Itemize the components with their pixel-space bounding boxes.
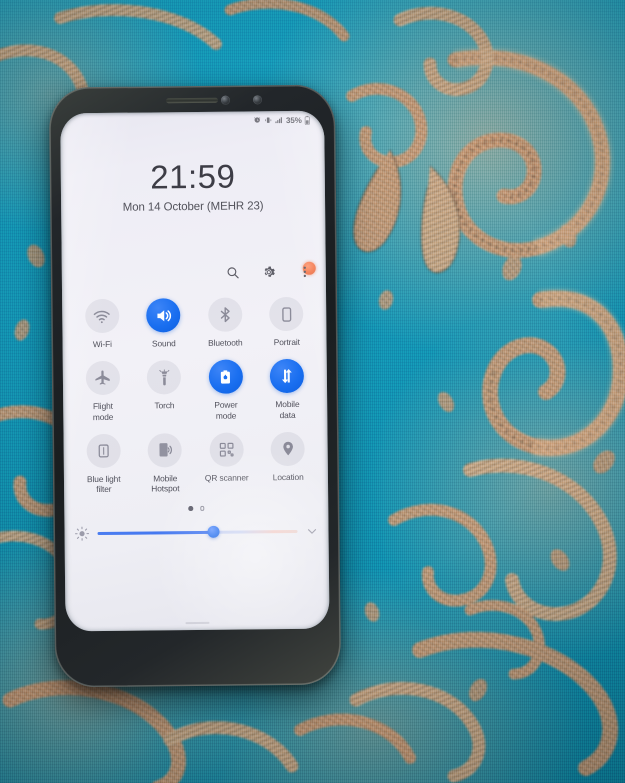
photo-scene: 35% 21:59 Mon 14 October (MEHR 23) Wi-Fi… [0, 0, 625, 783]
quick-tile-blue-light-filter[interactable]: Blue light filter [72, 433, 134, 494]
brightness-slider[interactable] [97, 523, 298, 541]
chevron-down-icon[interactable] [305, 524, 318, 537]
page-dot-1[interactable] [188, 506, 193, 511]
quick-tile-wifi[interactable]: Wi-Fi [71, 298, 133, 350]
quick-tile-label: QR scanner [204, 472, 249, 483]
quick-tile-label: Bluetooth [207, 337, 243, 348]
sound-speaker-icon [146, 298, 181, 333]
quick-tile-label: Location [272, 471, 304, 482]
battery-power-icon [208, 359, 243, 395]
vibrate-icon [264, 116, 272, 124]
location-pin-icon [270, 431, 306, 466]
slider-fill [97, 530, 214, 535]
slider-thumb[interactable] [207, 525, 220, 538]
quick-tile-sound[interactable]: Sound [133, 298, 195, 349]
clock-time: 21:59 [150, 157, 236, 196]
settings-gear-icon[interactable] [260, 263, 278, 281]
quick-tile-power-mode[interactable]: Power mode [195, 359, 257, 421]
quick-tile-label: Flight mode [92, 401, 114, 422]
search-icon[interactable] [224, 264, 242, 282]
flashlight-icon [146, 360, 182, 395]
qr-code-icon [209, 432, 244, 467]
status-bar: 35% [60, 111, 324, 132]
quick-tile-label: Portrait [273, 336, 300, 348]
more-options-icon[interactable] [296, 261, 316, 281]
brightness-icon[interactable] [74, 526, 90, 541]
quick-tile-label: Mobile Hotspot [151, 472, 180, 494]
quick-tile-label: Power mode [214, 399, 238, 421]
quick-tile-portrait[interactable]: Portrait [256, 296, 318, 348]
quick-settings-grid: Wi-Fi Sound Bluetooth Portrait Flight mo… [71, 296, 319, 495]
wifi-icon [84, 298, 120, 334]
phone-screen: 35% 21:59 Mon 14 October (MEHR 23) Wi-Fi… [60, 110, 330, 632]
navigation-hint-bar [185, 621, 210, 625]
clock-block: 21:59 Mon 14 October (MEHR 23) [61, 157, 326, 215]
battery-icon [304, 115, 310, 125]
blue-light-icon [86, 433, 121, 468]
quick-settings-actions [224, 261, 316, 282]
quick-tile-qr-scanner[interactable]: QR scanner [195, 432, 257, 493]
proximity-sensor-icon [220, 95, 231, 105]
airplane-icon [85, 361, 120, 396]
quick-tile-label: Blue light filter [86, 473, 121, 495]
page-indicator [64, 505, 328, 512]
data-arrows-icon [269, 359, 305, 394]
battery-percent-label: 35% [285, 115, 302, 125]
quick-tile-bluetooth[interactable]: Bluetooth [194, 297, 256, 348]
earpiece-speaker-icon [165, 97, 219, 104]
clock-date: Mon 14 October (MEHR 23) [122, 200, 264, 214]
quick-tile-flight-mode[interactable]: Flight mode [72, 361, 134, 422]
quick-tile-location[interactable]: Location [257, 431, 319, 492]
rotation-lock-icon [269, 296, 304, 332]
quick-tile-torch[interactable]: Torch [133, 360, 195, 421]
front-camera-icon [252, 95, 263, 105]
quick-tile-label: Torch [154, 400, 175, 411]
brightness-row [74, 523, 318, 542]
quick-tile-label: Wi-Fi [92, 338, 112, 350]
signal-bars-icon [274, 116, 283, 124]
page-dot-2[interactable] [199, 505, 205, 511]
quick-tile-mobile-hotspot[interactable]: Mobile Hotspot [134, 432, 196, 494]
quick-tile-mobile-data[interactable]: Mobile data [256, 359, 318, 420]
phone-device: 35% 21:59 Mon 14 October (MEHR 23) Wi-Fi… [48, 84, 342, 688]
hotspot-icon [147, 432, 183, 468]
quick-tile-label: Sound [151, 338, 176, 349]
bluetooth-icon [207, 297, 243, 332]
quick-tile-label: Mobile data [275, 399, 300, 420]
alarm-icon [253, 116, 261, 124]
